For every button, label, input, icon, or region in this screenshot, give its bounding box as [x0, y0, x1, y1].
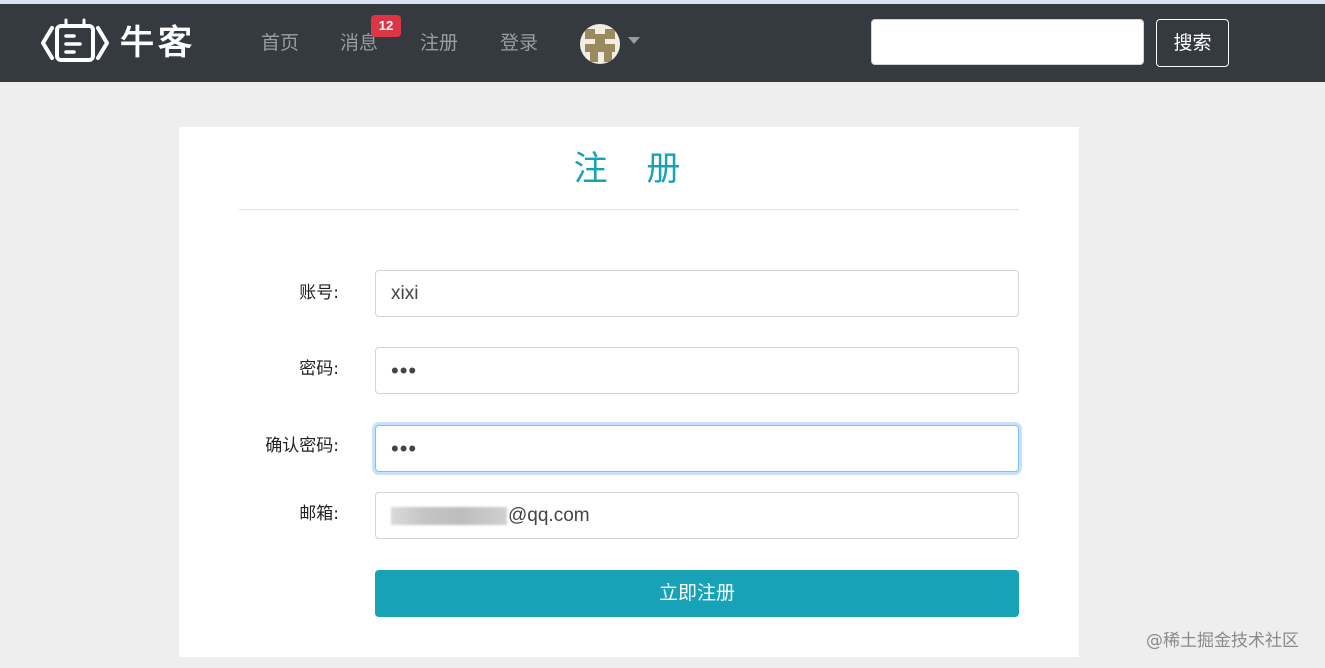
- confirm-password-field[interactable]: •••: [375, 425, 1019, 472]
- user-avatar[interactable]: [580, 24, 620, 64]
- watermark: @稀土掘金技术社区: [1146, 631, 1299, 651]
- chevron-down-icon[interactable]: [628, 37, 640, 44]
- search-input[interactable]: [871, 19, 1144, 65]
- register-submit-button[interactable]: 立即注册: [375, 570, 1019, 617]
- username-field[interactable]: xixi: [375, 270, 1019, 317]
- navbar: 牛客 首页 消息 12 注册 登录 搜索: [0, 4, 1325, 82]
- nav-link-register[interactable]: 注册: [420, 28, 458, 58]
- email-domain: @qq.com: [508, 505, 590, 526]
- page-title: 注 册: [573, 149, 695, 189]
- email-label: 邮箱:: [299, 504, 339, 524]
- title-divider: [239, 209, 1019, 210]
- redacted-email-blur: [391, 506, 507, 525]
- username-label: 账号:: [299, 283, 339, 303]
- email-field[interactable]: @qq.com: [375, 492, 1019, 539]
- password-field[interactable]: •••: [375, 347, 1019, 394]
- nav-link-login[interactable]: 登录: [500, 28, 538, 58]
- search-button[interactable]: 搜索: [1156, 19, 1229, 67]
- nav-link-home[interactable]: 首页: [261, 28, 299, 58]
- register-card: 注 册 账号: xixi 密码: ••• 确认密码: ••• 邮箱: @qq.c…: [179, 127, 1079, 657]
- message-count-badge: 12: [371, 15, 401, 37]
- site-logo[interactable]: 牛客: [40, 18, 196, 68]
- confirm-password-label: 确认密码:: [265, 436, 339, 456]
- avatar-icon: [580, 24, 620, 64]
- password-label: 密码:: [299, 359, 339, 379]
- logo-icon: [41, 18, 109, 62]
- logo-text: 牛客: [120, 23, 196, 63]
